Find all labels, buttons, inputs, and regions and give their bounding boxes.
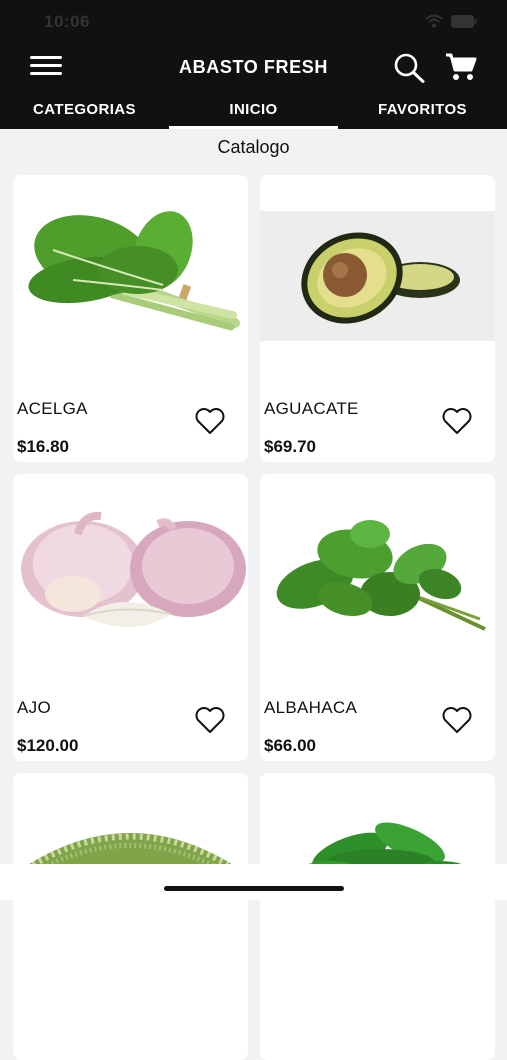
favorite-button[interactable] bbox=[441, 706, 473, 739]
product-name: AJO bbox=[17, 698, 51, 717]
product-card[interactable] bbox=[260, 773, 495, 1060]
product-price: $16.80 bbox=[17, 437, 69, 456]
cart-button[interactable] bbox=[445, 52, 477, 87]
product-price: $120.00 bbox=[17, 736, 79, 755]
wifi-icon bbox=[425, 14, 443, 28]
chard-image bbox=[13, 175, 248, 375]
product-grid: ACELGA $16.80 AGUACATE $69.70 AJO $120.0… bbox=[13, 175, 496, 1060]
basil-image bbox=[260, 474, 495, 674]
product-card[interactable]: ACELGA $16.80 bbox=[13, 175, 248, 462]
heart-icon bbox=[442, 408, 472, 434]
status-icons bbox=[425, 14, 477, 28]
heart-icon bbox=[195, 707, 225, 733]
search-button[interactable] bbox=[393, 53, 425, 88]
product-card[interactable]: ALBAHACA $66.00 bbox=[260, 474, 495, 761]
tab-inicio[interactable]: INICIO bbox=[169, 96, 338, 129]
product-name: ACELGA bbox=[17, 399, 88, 418]
product-price: $69.70 bbox=[264, 437, 316, 456]
heart-icon bbox=[442, 707, 472, 733]
home-bar bbox=[0, 864, 507, 900]
tab-favoritos[interactable]: FAVORITOS bbox=[338, 96, 507, 129]
app-title: ABASTO FRESH bbox=[179, 57, 328, 77]
product-name: AGUACATE bbox=[264, 399, 359, 418]
product-card[interactable] bbox=[13, 773, 248, 1060]
battery-icon bbox=[451, 14, 477, 28]
favorite-button[interactable] bbox=[441, 407, 473, 440]
home-indicator[interactable] bbox=[164, 886, 344, 891]
favorite-button[interactable] bbox=[194, 407, 226, 440]
favorite-button[interactable] bbox=[194, 706, 226, 739]
heart-icon bbox=[195, 408, 225, 434]
tab-categorias[interactable]: CATEGORIAS bbox=[0, 96, 169, 129]
search-icon bbox=[394, 53, 425, 83]
garlic-image bbox=[13, 474, 248, 674]
product-name: ALBAHACA bbox=[264, 698, 358, 717]
cart-icon bbox=[446, 53, 477, 80]
tab-bar: CATEGORIAS INICIO FAVORITOS bbox=[0, 96, 507, 129]
product-card[interactable]: AJO $120.00 bbox=[13, 474, 248, 761]
avocado-image bbox=[260, 175, 495, 375]
app-header: 10:06 ABASTO FRESH CATEGORIAS INICIO FAV… bbox=[0, 0, 507, 129]
product-price: $66.00 bbox=[264, 736, 316, 755]
product-card[interactable]: AGUACATE $69.70 bbox=[260, 175, 495, 462]
section-title: Catalogo bbox=[217, 137, 290, 157]
status-time: 10:06 bbox=[44, 12, 90, 31]
